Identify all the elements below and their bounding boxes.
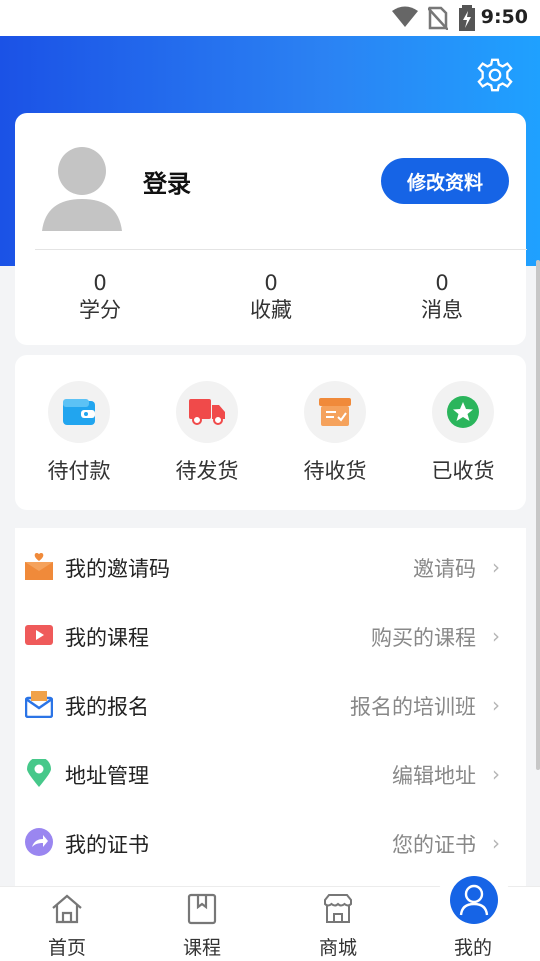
star-badge-icon [447,396,479,428]
gear-icon[interactable] [476,56,514,94]
wifi-icon [392,6,418,27]
stat-value: 0 [264,271,278,295]
location-pin-icon [27,759,51,787]
order-label: 待付款 [47,459,111,483]
menu-item-title: 我的邀请码 [65,557,170,581]
stat-label: 消息 [421,298,463,322]
stat-label: 收藏 [250,298,292,322]
order-icon-circle [432,381,494,443]
menu-item-subtitle: 编辑地址 [392,764,476,788]
menu-item-subtitle: 邀请码 [413,557,476,581]
avatar[interactable] [42,143,122,231]
nav-courses[interactable]: 课程 [142,886,262,960]
store-icon [324,894,352,923]
menu-item-title: 地址管理 [65,764,149,788]
stat-value: 0 [93,271,107,295]
nav-label: 商城 [318,937,357,959]
nav-label: 课程 [182,937,221,959]
menu-item-subtitle: 报名的培训班 [350,695,476,719]
divider [35,249,527,250]
video-icon [25,625,53,645]
order-label: 待发货 [175,459,239,483]
nav-home[interactable]: 首页 [7,886,127,960]
status-time: 9:50 [480,6,528,28]
menu-item-my-registration[interactable]: 我的报名 报名的培训班 › [15,669,526,738]
chevron-right-icon: › [492,624,500,648]
chevron-right-icon: › [492,762,500,786]
order-icon-circle [48,381,110,443]
battery-charging-icon [459,5,475,31]
nav-label: 我的 [453,937,492,959]
stat-messages[interactable]: 0 消息 [382,271,502,325]
menu-item-subtitle: 您的证书 [392,833,476,857]
order-icon-circle [304,381,366,443]
order-pending-shipment[interactable]: 待发货 [147,381,267,485]
invite-icon [25,552,53,580]
order-icon-circle [176,381,238,443]
mail-icon [25,691,53,718]
chevron-right-icon: › [492,693,500,717]
menu-item-title: 我的课程 [65,626,149,650]
share-arrow-icon [25,828,53,856]
order-received[interactable]: 已收货 [403,381,523,485]
book-icon [187,893,217,925]
order-pending-receipt[interactable]: 待收货 [275,381,395,485]
chevron-right-icon: › [492,555,500,579]
menu-item-title: 我的证书 [65,833,149,857]
stat-value: 0 [435,271,449,295]
home-icon [52,894,82,924]
order-label: 已收货 [431,459,495,483]
wallet-icon [63,399,95,425]
no-sim-icon [428,6,448,30]
stat-favorites[interactable]: 0 收藏 [211,271,331,325]
stat-credits[interactable]: 0 学分 [40,271,160,325]
menu-item-my-courses[interactable]: 我的课程 购买的课程 › [15,600,526,669]
stat-label: 学分 [79,298,121,322]
truck-icon [189,399,225,425]
scrollbar[interactable] [536,260,540,770]
package-icon [319,398,351,426]
menu-item-subtitle: 购买的课程 [371,626,476,650]
edit-profile-button[interactable]: 修改资料 [381,158,509,204]
menu-item-certificate[interactable]: 我的证书 您的证书 › [15,807,526,876]
order-label: 待收货 [303,459,367,483]
nav-mall[interactable]: 商城 [278,886,398,960]
nav-label: 首页 [47,937,86,959]
login-link[interactable]: 登录 [143,164,191,199]
order-pending-payment[interactable]: 待付款 [19,381,139,485]
menu-item-address[interactable]: 地址管理 编辑地址 › [15,738,526,807]
menu-item-title: 我的报名 [65,695,149,719]
menu-item-invite-code[interactable]: 我的邀请码 邀请码 › [15,531,526,600]
nav-me[interactable]: 我的 [413,886,533,960]
chevron-right-icon: › [492,831,500,855]
